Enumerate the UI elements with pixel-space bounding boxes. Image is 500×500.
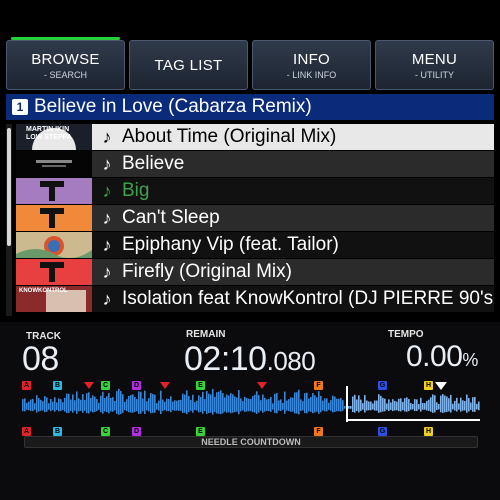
track-row[interactable]: ♪ Big: [16, 178, 494, 204]
track-title: About Time (Original Mix): [122, 126, 337, 147]
track-row[interactable]: ♪ Believe: [16, 151, 494, 177]
track-artwork: [16, 232, 92, 258]
track-number: 08: [22, 340, 59, 378]
tab-tag-list[interactable]: TAG LIST: [129, 40, 248, 90]
playlist-title: Believe in Love (Cabarza Remix): [34, 96, 312, 117]
tab-info[interactable]: INFO - LINK INFO: [252, 40, 371, 90]
track-waveform[interactable]: [22, 386, 480, 422]
needle-countdown-bar[interactable]: NEEDLE COUNTDOWN: [24, 436, 478, 448]
artwork-text: KNOWKONTROL: [19, 288, 68, 294]
track-artwork: [16, 151, 92, 177]
top-tab-bar: BROWSE - SEARCH TAG LIST INFO - LINK INF…: [6, 37, 494, 90]
needle-countdown-label: NEEDLE COUNTDOWN: [201, 437, 301, 447]
hot-cue-a: A: [22, 427, 31, 436]
remain-time: 02:10.080: [184, 340, 316, 379]
music-note-icon: ♪: [102, 288, 112, 309]
track-list-scrollbar[interactable]: [6, 124, 12, 316]
track-title: Believe: [122, 153, 185, 174]
track-title: Big: [122, 180, 150, 201]
music-note-icon: ♪: [102, 180, 112, 201]
deck-number-badge: 1: [12, 99, 28, 115]
tab-info-label: INFO: [292, 50, 331, 68]
hot-cue-c: C: [101, 427, 110, 436]
hot-cue-g: G: [378, 427, 387, 436]
tab-menu-sub: - UTILITY: [414, 69, 454, 80]
track-list: MARTIN IKIN LOW STEPPA ♪ About Time (Ori…: [6, 124, 494, 316]
track-title: Can't Sleep: [122, 207, 220, 228]
playlist-header[interactable]: 1 Believe in Love (Cabarza Remix): [6, 94, 494, 120]
scrollbar-thumb[interactable]: [7, 128, 11, 246]
track-artwork: [16, 178, 92, 204]
track-artwork: MARTIN IKIN LOW STEPPA: [16, 124, 92, 150]
tab-tag-list-label: TAG LIST: [154, 56, 223, 74]
tempo-value: 0.00: [406, 340, 463, 373]
tab-browse-label: BROWSE: [31, 50, 100, 68]
track-title: Isolation feat KnowKontrol (DJ PIERRE 90…: [122, 288, 494, 309]
music-note-icon: ♪: [102, 234, 112, 255]
artwork-text: MARTIN IKIN LOW STEPPA: [26, 126, 72, 141]
tab-info-sub: - LINK INFO: [286, 69, 337, 80]
music-note-icon: ♪: [102, 126, 112, 147]
hot-cue-f: F: [314, 427, 323, 436]
hot-cue-b: B: [53, 427, 62, 436]
music-note-icon: ♪: [102, 153, 112, 174]
track-artwork: [16, 205, 92, 231]
tab-browse[interactable]: BROWSE - SEARCH: [6, 37, 125, 90]
track-artwork: [16, 259, 92, 285]
hot-cue-e: E: [196, 427, 205, 436]
remain-time-ms: .080: [266, 346, 316, 376]
track-row[interactable]: ♪ Epiphany Vip (feat. Tailor): [16, 232, 494, 258]
remain-time-main: 02:10: [184, 340, 267, 378]
track-row[interactable]: ♪ Can't Sleep: [16, 205, 494, 231]
track-artwork: KNOWKONTROL: [16, 286, 92, 312]
tempo-label: TEMPO: [388, 329, 424, 340]
tempo-unit: %: [462, 350, 478, 370]
track-title: Firefly (Original Mix): [122, 261, 292, 282]
hot-cue-h: H: [424, 427, 433, 436]
music-note-icon: ♪: [102, 261, 112, 282]
tab-browse-sub: - SEARCH: [43, 69, 87, 80]
track-row[interactable]: ♪ Firefly (Original Mix): [16, 259, 494, 285]
remain-label: REMAIN: [186, 329, 226, 340]
tab-menu[interactable]: MENU - UTILITY: [375, 40, 494, 90]
tab-menu-label: MENU: [411, 50, 458, 68]
tempo-readout: 0.00%: [406, 340, 478, 374]
track-row[interactable]: MARTIN IKIN LOW STEPPA ♪ About Time (Ori…: [16, 124, 494, 150]
track-title: Epiphany Vip (feat. Tailor): [122, 234, 339, 255]
music-note-icon: ♪: [102, 207, 112, 228]
track-row[interactable]: KNOWKONTROL ♪ Isolation feat KnowKontrol…: [16, 286, 494, 312]
hot-cue-d: D: [132, 427, 141, 436]
